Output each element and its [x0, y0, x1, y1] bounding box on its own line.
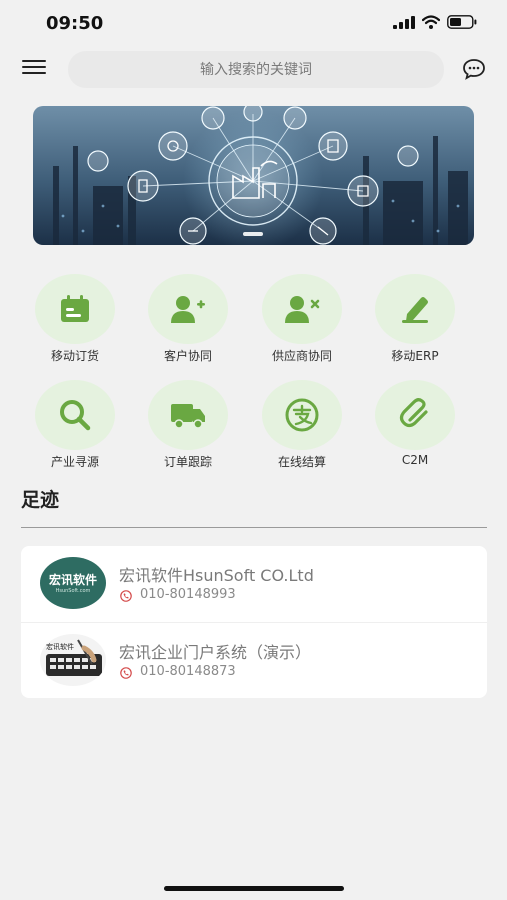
- grid-item-supplier-collaboration[interactable]: 供应商协同: [245, 274, 359, 370]
- header: [0, 48, 507, 92]
- banner-carousel[interactable]: [33, 106, 474, 245]
- paperclip-icon: [399, 398, 428, 428]
- grid-item-industry-sourcing[interactable]: 产业寻源: [18, 380, 132, 476]
- list-item[interactable]: 宏讯软件 宏讯企业门户系统（演示） 010-80148873: [21, 622, 487, 699]
- grid-label: 客户协同: [163, 349, 212, 363]
- grid-item-mobile-erp[interactable]: 移动ERP: [358, 274, 472, 370]
- signal-icon: [393, 15, 415, 29]
- company-logo: 宏讯软件 HsunSoft.com: [40, 557, 106, 609]
- grid-label: 移动订货: [50, 349, 99, 363]
- grid-label: 订单跟踪: [163, 455, 212, 469]
- grid-label: 供应商协同: [271, 349, 332, 363]
- logo-text: 宏讯软件: [48, 573, 97, 587]
- grid-item-online-settlement[interactable]: 在线结算: [245, 380, 359, 476]
- status-icons: [393, 15, 477, 29]
- grid-label: 产业寻源: [50, 455, 99, 469]
- list-item[interactable]: 宏讯软件 HsunSoft.com 宏讯软件HsunSoft CO.Ltd 01…: [21, 546, 487, 622]
- logo-subtext: HsunSoft.com: [55, 588, 91, 594]
- wifi-icon: [422, 15, 440, 29]
- footprint-list: 宏讯软件 HsunSoft.com 宏讯软件HsunSoft CO.Ltd 01…: [21, 546, 487, 698]
- section-title: 足迹: [21, 489, 60, 511]
- keyboard-image: [46, 639, 102, 676]
- alipay-icon: [285, 398, 319, 432]
- grid-item-order-tracking[interactable]: 订单跟踪: [131, 380, 245, 476]
- search-input[interactable]: [68, 51, 444, 88]
- grid-item-c2m[interactable]: C2M: [358, 380, 472, 476]
- home-indicator[interactable]: [164, 886, 344, 891]
- company-phone: 010-80148873: [140, 664, 236, 679]
- search-icon: [60, 400, 91, 431]
- edit-icon: [402, 297, 428, 323]
- banner-image: [33, 106, 474, 245]
- grid-label: C2M: [401, 453, 429, 467]
- truck-icon: [171, 404, 205, 429]
- phone-icon: [120, 590, 132, 602]
- company-phone: 010-80148993: [140, 587, 236, 602]
- company-logo: 宏讯软件: [40, 634, 106, 686]
- add-user-icon: [171, 296, 205, 323]
- divider: [21, 527, 487, 528]
- menu-button[interactable]: [22, 60, 46, 80]
- battery-icon: [447, 15, 477, 29]
- phone-icon: [120, 667, 132, 679]
- company-name: 宏讯企业门户系统（演示）: [119, 643, 312, 662]
- chat-icon[interactable]: [462, 58, 486, 80]
- carousel-indicator[interactable]: [243, 232, 263, 236]
- calendar-icon: [61, 295, 89, 322]
- grid-label: 在线结算: [277, 455, 326, 469]
- status-bar: 09:50: [0, 0, 507, 48]
- grid-label: 移动ERP: [391, 349, 439, 363]
- grid-item-customer-collaboration[interactable]: 客户协同: [131, 274, 245, 370]
- remove-user-icon: [285, 296, 320, 323]
- grid-item-mobile-order[interactable]: 移动订货: [18, 274, 132, 370]
- status-time: 09:50: [46, 13, 104, 34]
- company-name: 宏讯软件HsunSoft CO.Ltd: [119, 566, 314, 585]
